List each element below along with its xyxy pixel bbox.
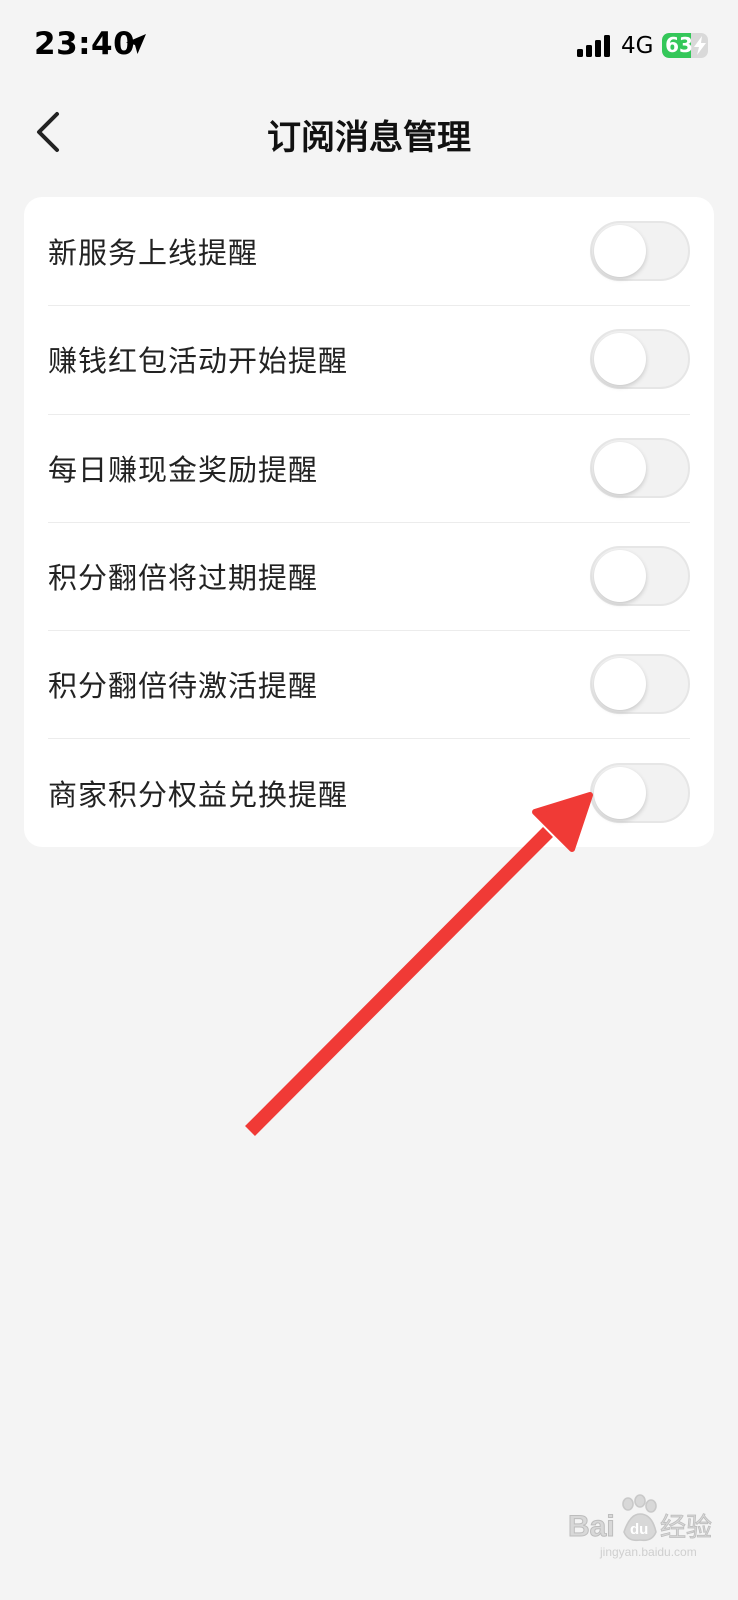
svg-text:du: du — [630, 1521, 648, 1538]
battery-charging-icon — [694, 36, 706, 55]
toggle-switch-merchant-points[interactable] — [590, 762, 690, 823]
page-title: 订阅消息管理 — [267, 118, 471, 158]
battery-percent: 63 — [665, 33, 693, 57]
toggle-switch[interactable] — [590, 221, 690, 282]
toggle-knob — [594, 225, 646, 278]
setting-row: 每日赚现金奖励提醒 — [24, 413, 714, 522]
setting-label: 赚钱红包活动开始提醒 — [48, 344, 349, 379]
setting-row: 商家积分权益兑换提醒 — [24, 738, 714, 846]
toggle-switch[interactable] — [590, 437, 690, 498]
setting-label: 积分翻倍将过期提醒 — [48, 561, 319, 596]
svg-text:经验: 经验 — [660, 1513, 712, 1543]
setting-label: 新服务上线提醒 — [48, 236, 259, 271]
setting-label: 积分翻倍待激活提醒 — [48, 669, 319, 704]
setting-row: 积分翻倍待激活提醒 — [24, 630, 714, 738]
toggle-knob — [594, 658, 646, 711]
svg-text:Bai: Bai — [568, 1510, 615, 1543]
status-time: 23:40 — [34, 26, 136, 62]
settings-card: 新服务上线提醒 赚钱红包活动开始提醒 每日赚现金奖励提醒 积分翻倍将过期提醒 积… — [24, 197, 714, 847]
svg-text:jingyan.baidu.com: jingyan.baidu.com — [599, 1545, 697, 1559]
toggle-switch[interactable] — [590, 654, 690, 715]
signal-bars-icon — [577, 35, 610, 57]
toggle-knob — [594, 441, 646, 494]
location-arrow-icon — [126, 34, 146, 54]
toggle-knob — [594, 766, 646, 819]
baidu-paw-logo: Bai du 经验 jingyan.baidu.com — [568, 1494, 712, 1559]
baidu-watermark: Bai du 经验 jingyan.baidu.com — [560, 1492, 730, 1562]
network-type: 4G — [621, 33, 654, 59]
toggle-switch[interactable] — [590, 329, 690, 390]
setting-row: 积分翻倍将过期提醒 — [24, 521, 714, 630]
screen: 23:40 4G 63 订阅消息管理 新服务上线提醒 赚钱红包活动开始提醒 每日… — [0, 0, 738, 1600]
toggle-knob — [594, 333, 646, 386]
toggle-knob — [594, 550, 646, 603]
nav-bar: 订阅消息管理 — [0, 92, 738, 172]
setting-label: 每日赚现金奖励提醒 — [48, 452, 319, 487]
battery-indicator: 63 — [662, 33, 708, 58]
arrow-shaft — [245, 827, 553, 1136]
toggle-switch[interactable] — [590, 546, 690, 607]
setting-row: 赚钱红包活动开始提醒 — [24, 305, 714, 413]
setting-row: 新服务上线提醒 — [24, 197, 714, 305]
setting-label: 商家积分权益兑换提醒 — [48, 777, 349, 812]
status-bar: 23:40 4G 63 — [0, 0, 738, 92]
